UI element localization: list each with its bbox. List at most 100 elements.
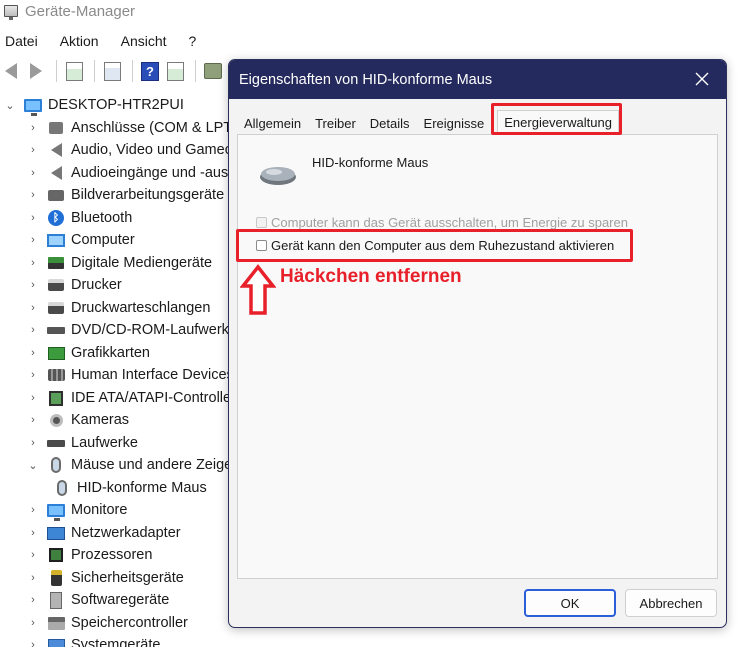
expand-chevron-icon[interactable]: › — [28, 572, 38, 584]
expand-chevron-icon[interactable]: › — [28, 324, 38, 336]
tree-category-item[interactable]: › Anschlüsse (COM & LPT) — [28, 117, 237, 139]
expand-chevron-icon[interactable]: › — [28, 594, 38, 606]
expand-chevron-icon[interactable]: › — [28, 347, 38, 359]
tree-category-item[interactable]: › Netzwerkadapter — [28, 522, 180, 544]
tree-category-item[interactable]: › Drucker — [28, 274, 122, 296]
network-adapter-icon — [47, 525, 65, 541]
tree-category-item[interactable]: › Computer — [28, 229, 135, 251]
processor-icon — [47, 547, 65, 563]
forward-arrow-icon[interactable] — [25, 60, 47, 82]
tree-category-item[interactable]: › Systemgeräte — [28, 634, 160, 647]
back-arrow-icon[interactable] — [0, 60, 22, 82]
tree-category-item[interactable]: › Grafikkarten — [28, 342, 150, 364]
computer-icon — [47, 232, 65, 248]
annotation-text: Häckchen entfernen — [280, 266, 462, 287]
expand-chevron-icon[interactable]: › — [28, 279, 38, 291]
tree-item-label: Bildverarbeitungsgeräte — [71, 187, 225, 203]
expand-chevron-icon[interactable]: › — [28, 504, 38, 516]
toolbar-separator — [132, 60, 133, 82]
dialog-titlebar: Eigenschaften von HID-konforme Maus — [229, 60, 726, 99]
menu-help[interactable]: ? — [189, 33, 197, 49]
drive-icon — [47, 435, 65, 451]
ok-button[interactable]: OK — [524, 589, 616, 617]
help-icon[interactable]: ? — [139, 60, 161, 82]
tree-category-item[interactable]: › Bildverarbeitungsgeräte — [28, 184, 224, 206]
expand-chevron-icon[interactable]: › — [28, 302, 38, 314]
expand-chevron-icon[interactable]: › — [28, 257, 38, 269]
tree-category-item[interactable]: › Softwaregeräte — [28, 589, 169, 611]
cancel-button[interactable]: Abbrechen — [625, 589, 717, 617]
tree-category-item[interactable]: › Monitore — [28, 499, 127, 521]
expand-chevron-icon[interactable]: › — [28, 392, 38, 404]
up-arrow-icon — [240, 264, 276, 315]
expand-chevron-icon[interactable]: › — [28, 639, 38, 647]
tab-details[interactable]: Details — [363, 112, 417, 135]
tab-ereignisse[interactable]: Ereignisse — [417, 112, 492, 135]
software-device-icon — [47, 591, 65, 609]
expand-chevron-icon[interactable]: › — [28, 234, 38, 246]
expand-chevron-icon[interactable]: › — [28, 122, 38, 134]
tree-item-label: Laufwerke — [71, 435, 138, 451]
collapse-chevron-icon[interactable]: ⌄ — [5, 99, 15, 112]
bluetooth-icon: ᛒ — [47, 210, 65, 226]
properties-icon[interactable] — [63, 60, 85, 82]
update-driver-icon[interactable] — [101, 60, 123, 82]
expand-chevron-icon[interactable]: › — [28, 527, 38, 539]
show-hidden-icon[interactable] — [164, 60, 186, 82]
expand-chevron-icon[interactable]: › — [28, 212, 38, 224]
tree-category-item[interactable]: › Kameras — [28, 409, 129, 431]
tree-category-item[interactable]: › Sicherheitsgeräte — [28, 567, 184, 589]
expand-chevron-icon[interactable]: › — [28, 144, 38, 156]
webcam-icon — [47, 412, 65, 428]
power-management-panel: HID-konforme Maus Computer kann das Gerä… — [237, 134, 718, 579]
expand-chevron-icon[interactable]: › — [28, 549, 38, 561]
menu-aktion[interactable]: Aktion — [60, 33, 99, 49]
expand-chevron-icon[interactable]: › — [28, 617, 38, 629]
speaker-icon — [47, 142, 65, 158]
printer-icon — [47, 277, 65, 293]
expand-chevron-icon[interactable]: › — [28, 369, 38, 381]
tree-category-item[interactable]: › Prozessoren — [28, 544, 152, 566]
security-device-icon — [47, 570, 65, 586]
storage-controller-icon — [47, 615, 65, 631]
hid-icon — [47, 367, 65, 383]
monitor-icon — [47, 502, 65, 521]
menu-ansicht[interactable]: Ansicht — [121, 33, 167, 49]
mouse-icon — [53, 480, 71, 496]
expand-chevron-icon[interactable]: › — [28, 414, 38, 426]
allow-power-off-label: Computer kann das Gerät ausschalten, um … — [271, 215, 628, 230]
tab-treiber[interactable]: Treiber — [308, 112, 363, 135]
tree-category-item[interactable]: › DVD/CD-ROM-Laufwerke — [28, 319, 237, 341]
tree-category-item[interactable]: › Speichercontroller — [28, 612, 188, 634]
media-device-icon — [47, 255, 65, 271]
disc-drive-icon — [47, 322, 65, 338]
allow-power-off-checkbox — [256, 217, 267, 228]
ide-controller-icon — [47, 390, 65, 406]
toolbar-separator — [94, 60, 95, 82]
scan-hardware-icon[interactable] — [202, 60, 224, 82]
menu-datei[interactable]: Datei — [5, 33, 38, 49]
mouse-device-icon — [260, 167, 296, 185]
highlight-tab-frame — [491, 103, 622, 135]
tree-item-label: Kameras — [71, 412, 130, 428]
tab-allgemein[interactable]: Allgemein — [237, 112, 308, 135]
audio-io-icon — [47, 165, 65, 181]
tree-category-item[interactable]: › Laufwerke — [28, 432, 138, 454]
device-manager-app-icon — [4, 5, 18, 20]
system-device-icon — [47, 637, 65, 647]
expand-chevron-icon[interactable]: › — [28, 437, 38, 449]
tree-category-item[interactable]: › IDE ATA/ATAPI-Controller — [28, 387, 236, 409]
dialog-title: Eigenschaften von HID-konforme Maus — [239, 71, 493, 88]
expand-chevron-icon[interactable]: › — [28, 167, 38, 179]
tree-category-item[interactable]: › Druckwarteschlangen — [28, 297, 210, 319]
tree-category-item[interactable]: › Digitale Mediengeräte — [28, 252, 212, 274]
tree-category-item[interactable]: › Human Interface Devices — [28, 364, 234, 386]
menu-bar: Datei Aktion Ansicht ? — [0, 30, 204, 52]
tree-item-label: Anschlüsse (COM & LPT) — [71, 120, 237, 136]
close-icon[interactable] — [692, 69, 712, 89]
expand-chevron-icon[interactable]: › — [28, 189, 38, 201]
tree-root[interactable]: ⌄ DESKTOP-HTR2PUI — [5, 94, 184, 116]
collapse-chevron-icon[interactable]: ⌄ — [28, 459, 38, 472]
tree-category-item[interactable]: › ᛒ Bluetooth — [28, 207, 132, 229]
tree-device-item[interactable]: HID-konforme Maus — [53, 477, 207, 499]
